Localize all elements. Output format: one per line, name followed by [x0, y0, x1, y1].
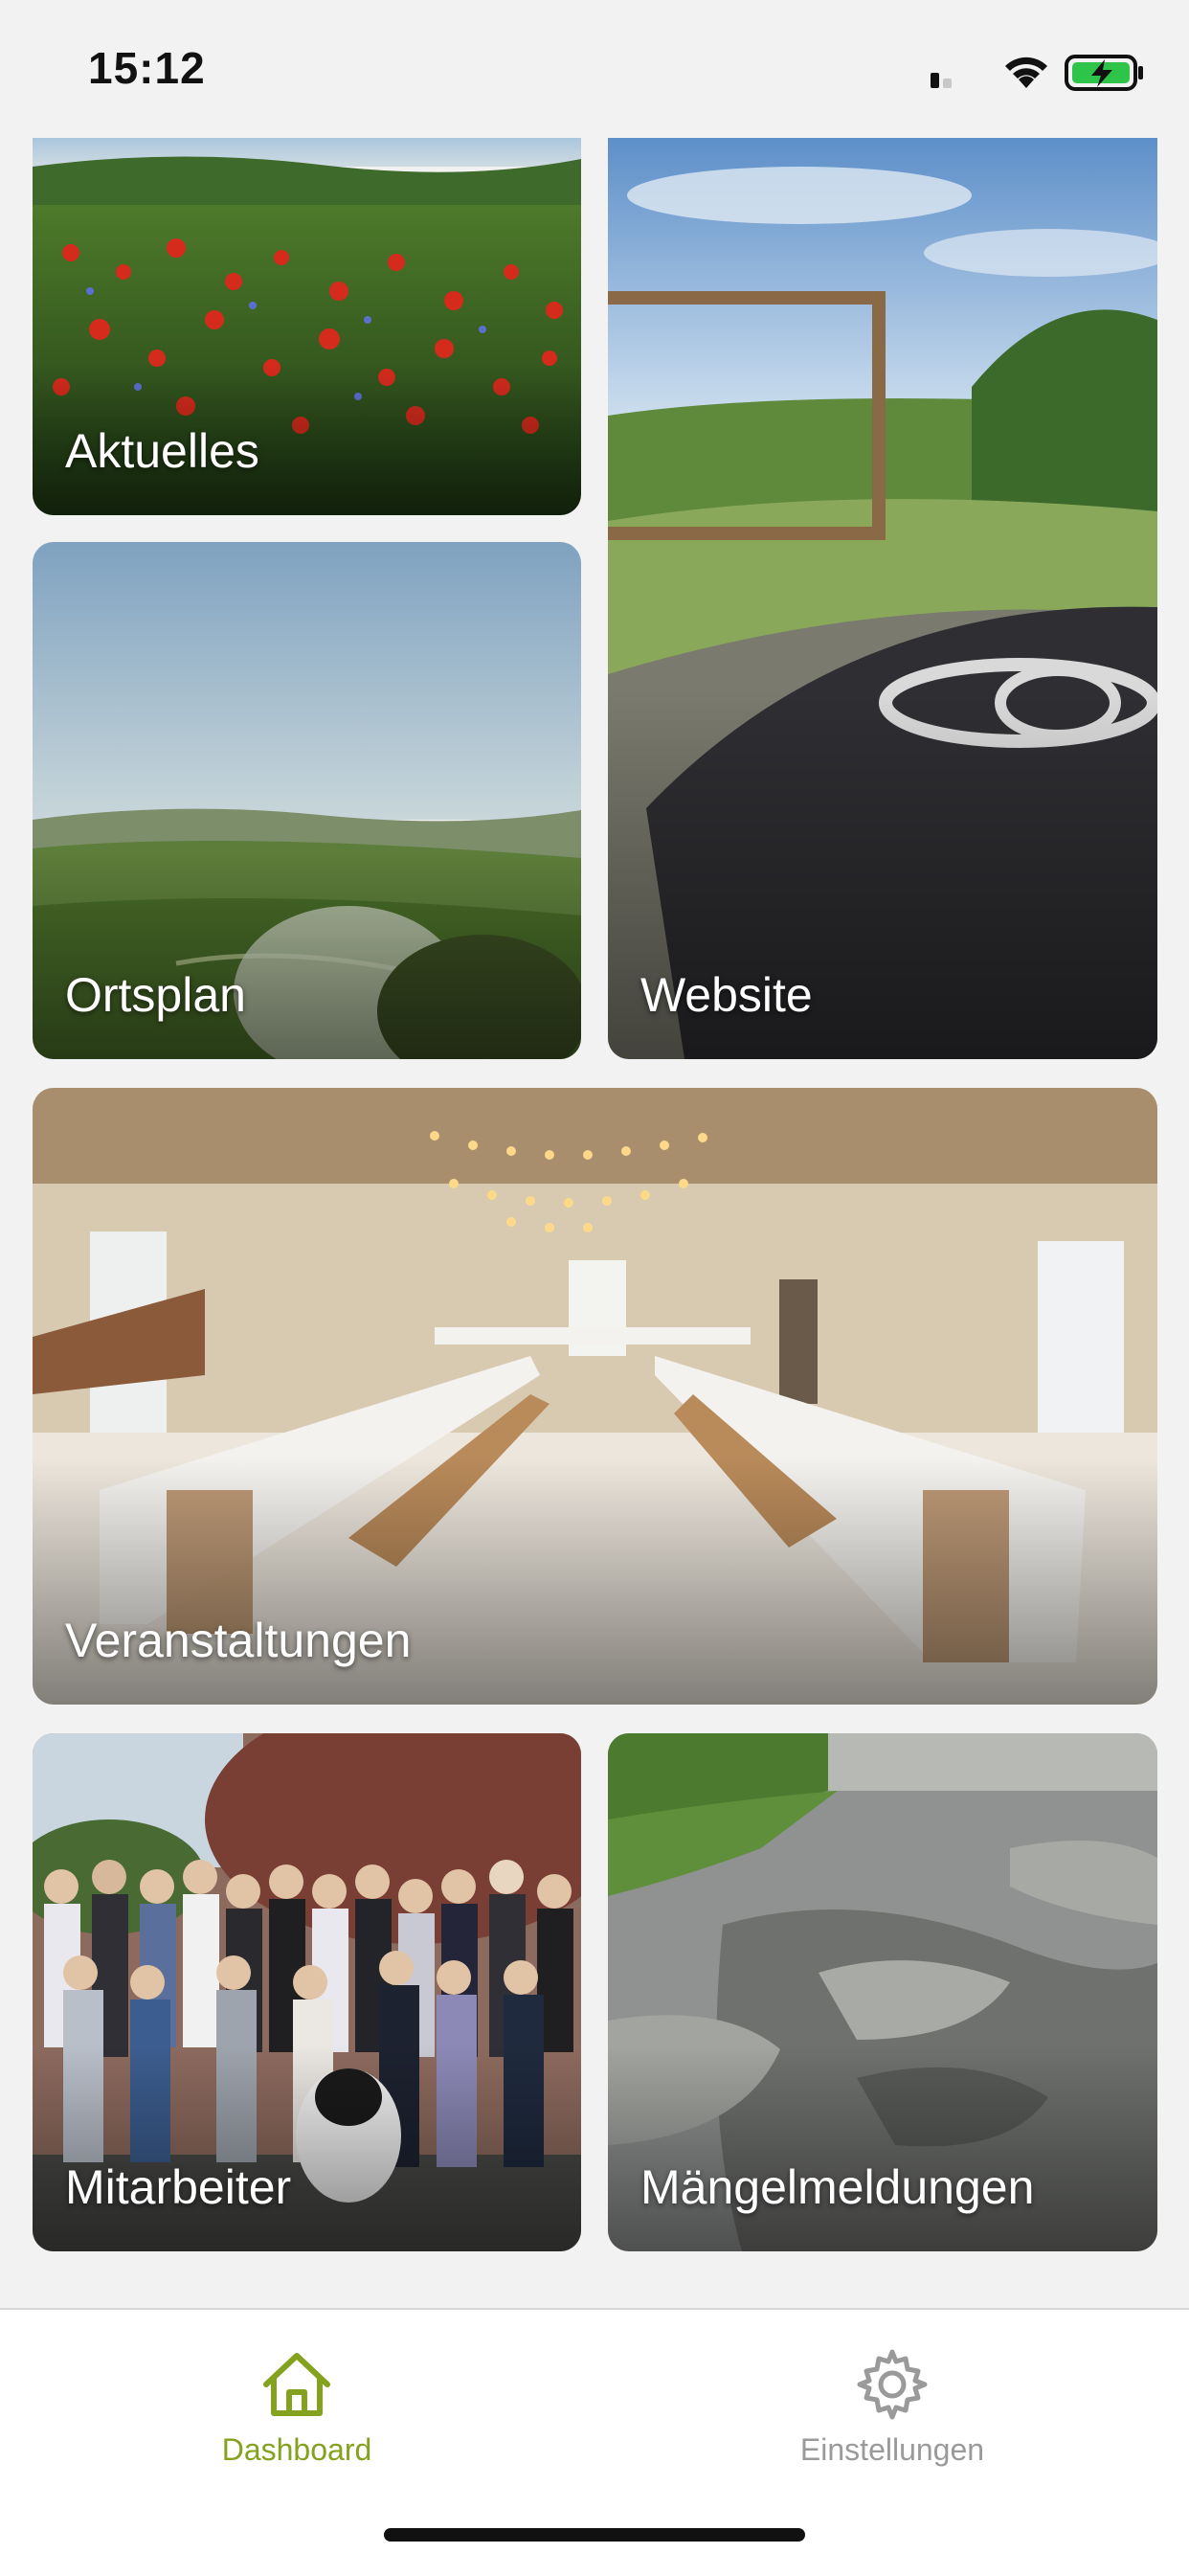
tile-label-mitarbeiter: Mitarbeiter — [65, 2160, 292, 2214]
tile-aktuelles[interactable]: Aktuelles — [33, 138, 581, 515]
tile-mitarbeiter[interactable]: Mitarbeiter — [33, 1733, 581, 2251]
tab-label-dashboard: Dashboard — [221, 2432, 372, 2467]
cellular-signal-icon — [931, 73, 952, 88]
tile-label-veranstaltungen: Veranstaltungen — [65, 1614, 412, 1667]
home-icon — [263, 2353, 330, 2416]
tile-maengelmeldungen[interactable]: Mängelmeldungen — [608, 1733, 1157, 2251]
tile-label-ortsplan: Ortsplan — [65, 968, 246, 1022]
home-indicator — [384, 2528, 805, 2542]
tab-dashboard[interactable]: Dashboard — [105, 2329, 488, 2492]
tile-label-maengelmeldungen: Mängelmeldungen — [640, 2160, 1035, 2214]
wifi-icon — [1005, 56, 1047, 88]
tab-label-einstellungen: Einstellungen — [799, 2432, 985, 2467]
gear-icon — [857, 2349, 928, 2420]
status-bar: 15:12 — [0, 0, 1189, 134]
status-time: 15:12 — [88, 43, 206, 93]
tile-label-aktuelles: Aktuelles — [65, 424, 259, 478]
tile-ortsplan[interactable]: Ortsplan — [33, 542, 581, 1059]
tab-einstellungen[interactable]: Einstellungen — [701, 2329, 1084, 2492]
tile-label-website: Website — [640, 968, 813, 1022]
tile-website[interactable]: Website — [608, 138, 1157, 1059]
battery-charging-icon — [1065, 55, 1143, 91]
tile-veranstaltungen[interactable]: Veranstaltungen — [33, 1088, 1157, 1705]
